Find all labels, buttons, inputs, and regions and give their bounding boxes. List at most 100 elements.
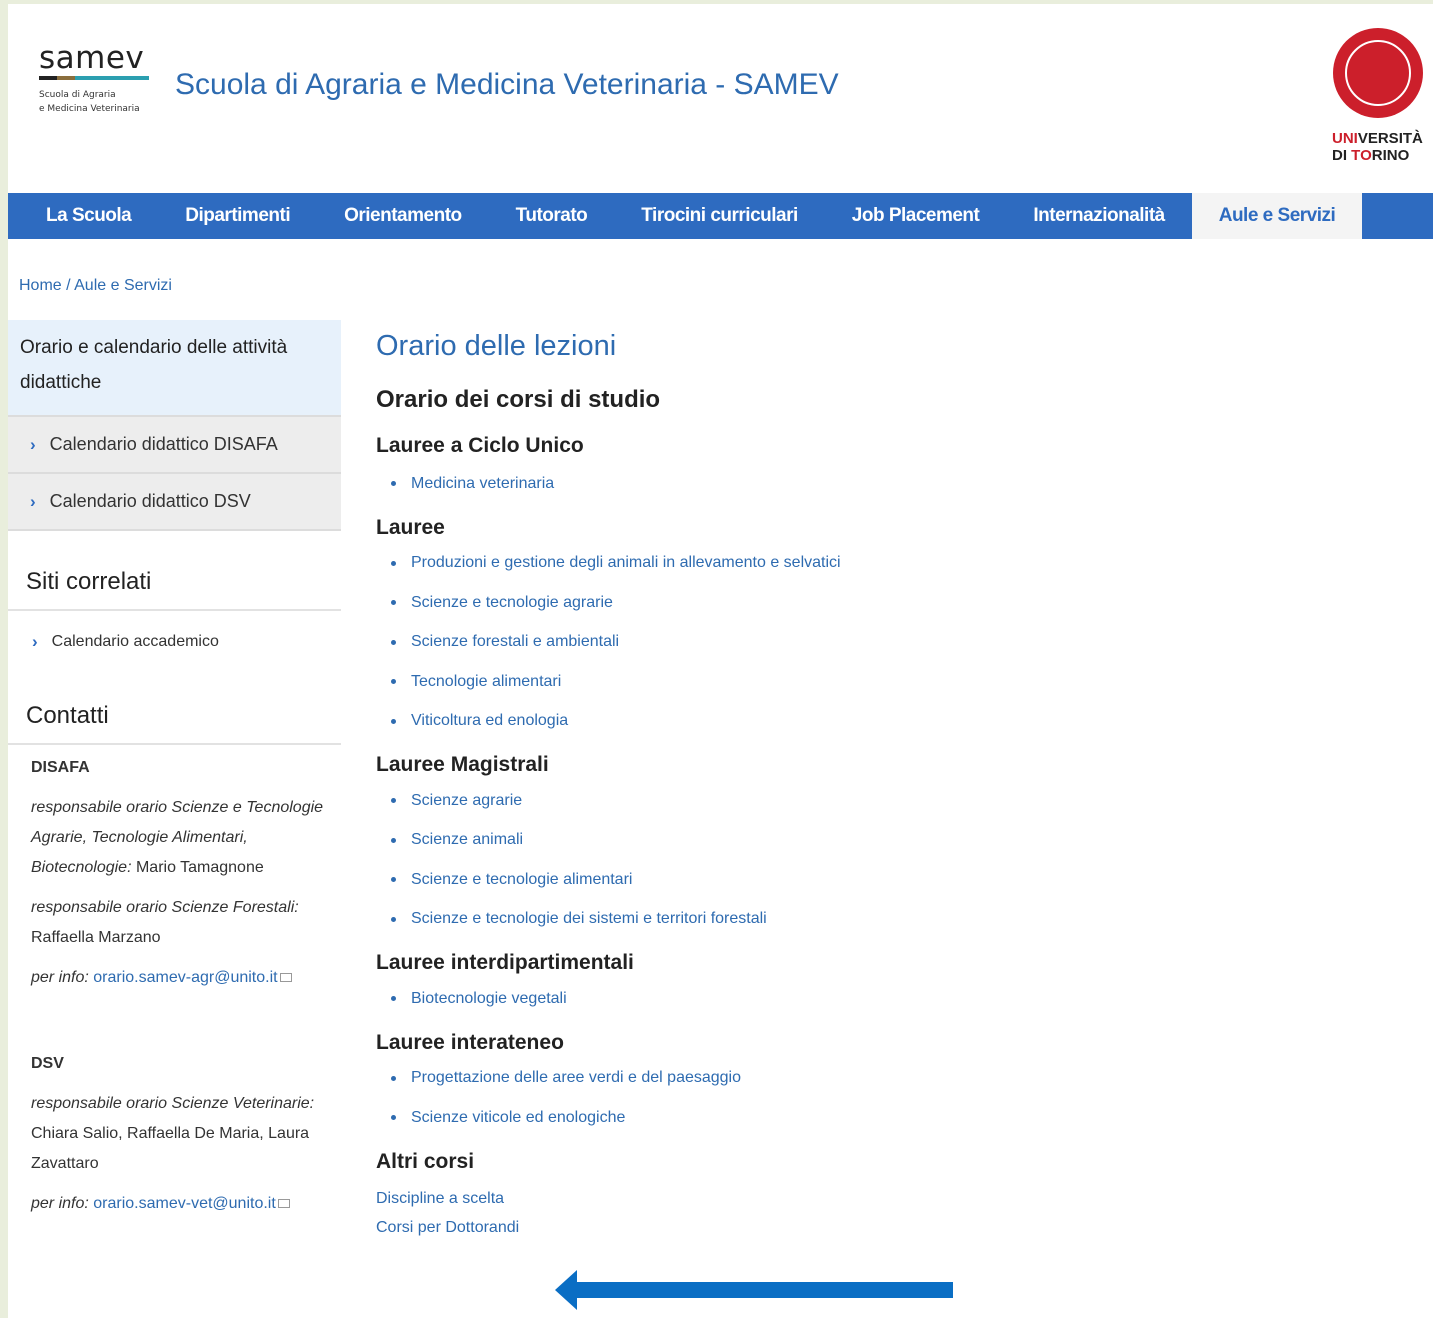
link-discipline-a-scelta[interactable]: Discipline a scelta <box>376 1184 1276 1213</box>
course-link[interactable]: Scienze agrarie <box>411 792 522 810</box>
bullet <box>391 996 396 1002</box>
course-link[interactable]: Progettazione delle aree verdi e del pae… <box>411 1069 741 1087</box>
contact-paragraph: responsabile orario Scienze e Tecnologie… <box>31 799 324 876</box>
course-link[interactable]: Scienze forestali e ambientali <box>411 633 619 651</box>
list-item: Scienze viticole ed enologiche <box>376 1098 1276 1138</box>
sidebar-item-calendario-disafa[interactable]: › Calendario didattico DISAFA <box>8 415 341 472</box>
bullet <box>391 916 396 922</box>
course-list: Biotecnologie vegetali <box>376 979 1276 1019</box>
contact-info: per info: orario.samev-vet@unito.it <box>31 1189 336 1219</box>
logo-subtitle: Scuola di Agraria e Medicina Veterinaria <box>39 88 149 116</box>
email-link[interactable]: orario.samev-agr@unito.it <box>93 969 277 986</box>
course-link[interactable]: Scienze e tecnologie agrarie <box>411 594 613 612</box>
bullet <box>391 1075 396 1081</box>
logo-sub-line-1: Scuola di Agraria <box>39 90 116 100</box>
link-corsi-per-dottorandi[interactable]: Corsi per Dottorandi <box>376 1213 1276 1242</box>
list-item: Scienze e tecnologie alimentari <box>376 860 1276 900</box>
nav-item-internazionalita[interactable]: Internazionalità <box>1006 193 1191 239</box>
nav-item-tirocini[interactable]: Tirocini curriculari <box>614 193 824 239</box>
course-list: Medicina veterinaria <box>376 464 1276 504</box>
logo-sub-line-2: e Medicina Veterinaria <box>39 104 140 114</box>
list-item: Medicina veterinaria <box>376 464 1276 504</box>
nav-item-dipartimenti[interactable]: Dipartimenti <box>158 193 317 239</box>
list-item: Scienze e tecnologie agrarie <box>376 583 1276 623</box>
sidebar-heading[interactable]: Orario e calendario delle attività didat… <box>8 320 341 415</box>
university-seal-icon <box>1333 28 1423 118</box>
list-item: Scienze e tecnologie dei sistemi e terri… <box>376 900 1276 940</box>
course-link[interactable]: Scienze e tecnologie alimentari <box>411 871 632 889</box>
page: samev Scuola di Agraria e Medicina Veter… <box>8 4 1433 1318</box>
course-link[interactable]: Medicina veterinaria <box>411 475 554 493</box>
course-link[interactable]: Scienze animali <box>411 831 523 849</box>
list-item: Progettazione delle aree verdi e del pae… <box>376 1059 1276 1099</box>
unito-logo[interactable]: UNIVERSITÀ DI TORINO <box>1328 28 1428 164</box>
section-subtitle: Orario dei corsi di studio <box>376 386 661 413</box>
bullet <box>391 600 396 606</box>
main-content: Orario delle lezioni Orario dei corsi di… <box>376 320 1276 1242</box>
course-link[interactable]: Biotecnologie vegetali <box>411 990 567 1008</box>
page-title: Orario delle lezioni <box>376 330 617 362</box>
list-item: Biotecnologie vegetali <box>376 979 1276 1019</box>
course-link[interactable]: Scienze e tecnologie dei sistemi e terri… <box>411 910 767 928</box>
contact-info: per info: orario.samev-agr@unito.it <box>31 963 336 993</box>
sidebar-item-calendario-dsv[interactable]: › Calendario didattico DSV <box>8 472 341 531</box>
course-list: Progettazione delle aree verdi e del pae… <box>376 1059 1276 1138</box>
related-item-label: Calendario accademico <box>51 633 219 650</box>
course-list: Scienze agrarie Scienze animali Scienze … <box>376 781 1276 939</box>
contact-paragraph: responsabile orario Scienze Veterinarie:… <box>31 1095 315 1172</box>
nav-item-la-scuola[interactable]: La Scuola <box>8 193 158 239</box>
mail-icon <box>279 973 292 983</box>
bullet <box>391 481 396 487</box>
list-item: Produzioni e gestione degli animali in a… <box>376 544 1276 584</box>
bullet <box>391 679 396 685</box>
course-link[interactable]: Tecnologie alimentari <box>411 673 561 691</box>
contacts-title: Contatti <box>8 689 341 745</box>
related-sites-title: Siti correlati <box>8 555 341 611</box>
university-name: UNIVERSITÀ DI TORINO <box>1332 130 1423 164</box>
course-list: Produzioni e gestione degli animali in a… <box>376 544 1276 742</box>
chevron-right-icon: › <box>30 491 36 511</box>
logo-bar <box>39 76 149 80</box>
chevron-right-icon: › <box>32 632 38 651</box>
section-heading: Altri corsi <box>376 1149 475 1173</box>
related-item-calendario-accademico[interactable]: › Calendario accademico <box>8 611 341 673</box>
email-link[interactable]: orario.samev-vet@unito.it <box>93 1195 276 1212</box>
section-heading: Lauree interdipartimentali <box>376 951 634 974</box>
section-heading: Lauree Magistrali <box>376 753 549 776</box>
nav-item-aule-servizi[interactable]: Aule e Servizi <box>1191 193 1363 239</box>
bullet <box>391 837 396 843</box>
logo-word: samev <box>39 40 145 76</box>
section-heading: Lauree <box>376 515 445 539</box>
list-item: Scienze forestali e ambientali <box>376 623 1276 663</box>
nav-item-job-placement[interactable]: Job Placement <box>825 193 1007 239</box>
main-nav: La Scuola Dipartimenti Orientamento Tuto… <box>8 193 1433 239</box>
contact-disafa: DISAFA responsabile orario Scienze e Tec… <box>8 759 341 993</box>
site-title[interactable]: Scuola di Agraria e Medicina Veterinaria… <box>175 68 839 102</box>
course-link[interactable]: Produzioni e gestione degli animali in a… <box>411 554 841 572</box>
bullet <box>391 639 396 645</box>
nav-item-tutorato[interactable]: Tutorato <box>489 193 615 239</box>
course-link[interactable]: Scienze viticole ed enologiche <box>411 1109 625 1127</box>
bullet <box>391 560 396 566</box>
list-item: Scienze animali <box>376 821 1276 861</box>
bullet <box>391 718 396 724</box>
list-item: Scienze agrarie <box>376 781 1276 821</box>
annotation-arrow-icon <box>555 1270 953 1310</box>
breadcrumb[interactable]: Home / Aule e Servizi <box>19 277 172 295</box>
bullet <box>391 798 396 804</box>
mail-icon <box>277 1199 290 1209</box>
sidebar: Orario e calendario delle attività didat… <box>8 320 341 1229</box>
contact-name: DSV <box>31 1055 64 1072</box>
list-item: Viticoltura ed enologia <box>376 702 1276 742</box>
contact-paragraph: responsabile orario Scienze Forestali: R… <box>31 899 299 946</box>
contact-dsv: DSV responsabile orario Scienze Veterina… <box>8 1055 341 1219</box>
list-item: Tecnologie alimentari <box>376 662 1276 702</box>
bullet <box>391 1115 396 1121</box>
chevron-right-icon: › <box>30 434 36 454</box>
sidebar-item-label: Calendario didattico DSV <box>49 491 251 511</box>
course-link[interactable]: Viticoltura ed enologia <box>411 712 568 730</box>
nav-item-orientamento[interactable]: Orientamento <box>317 193 489 239</box>
samev-logo[interactable]: samev Scuola di Agraria e Medicina Veter… <box>39 42 149 116</box>
bullet <box>391 877 396 883</box>
section-heading: Lauree a Ciclo Unico <box>376 434 584 457</box>
